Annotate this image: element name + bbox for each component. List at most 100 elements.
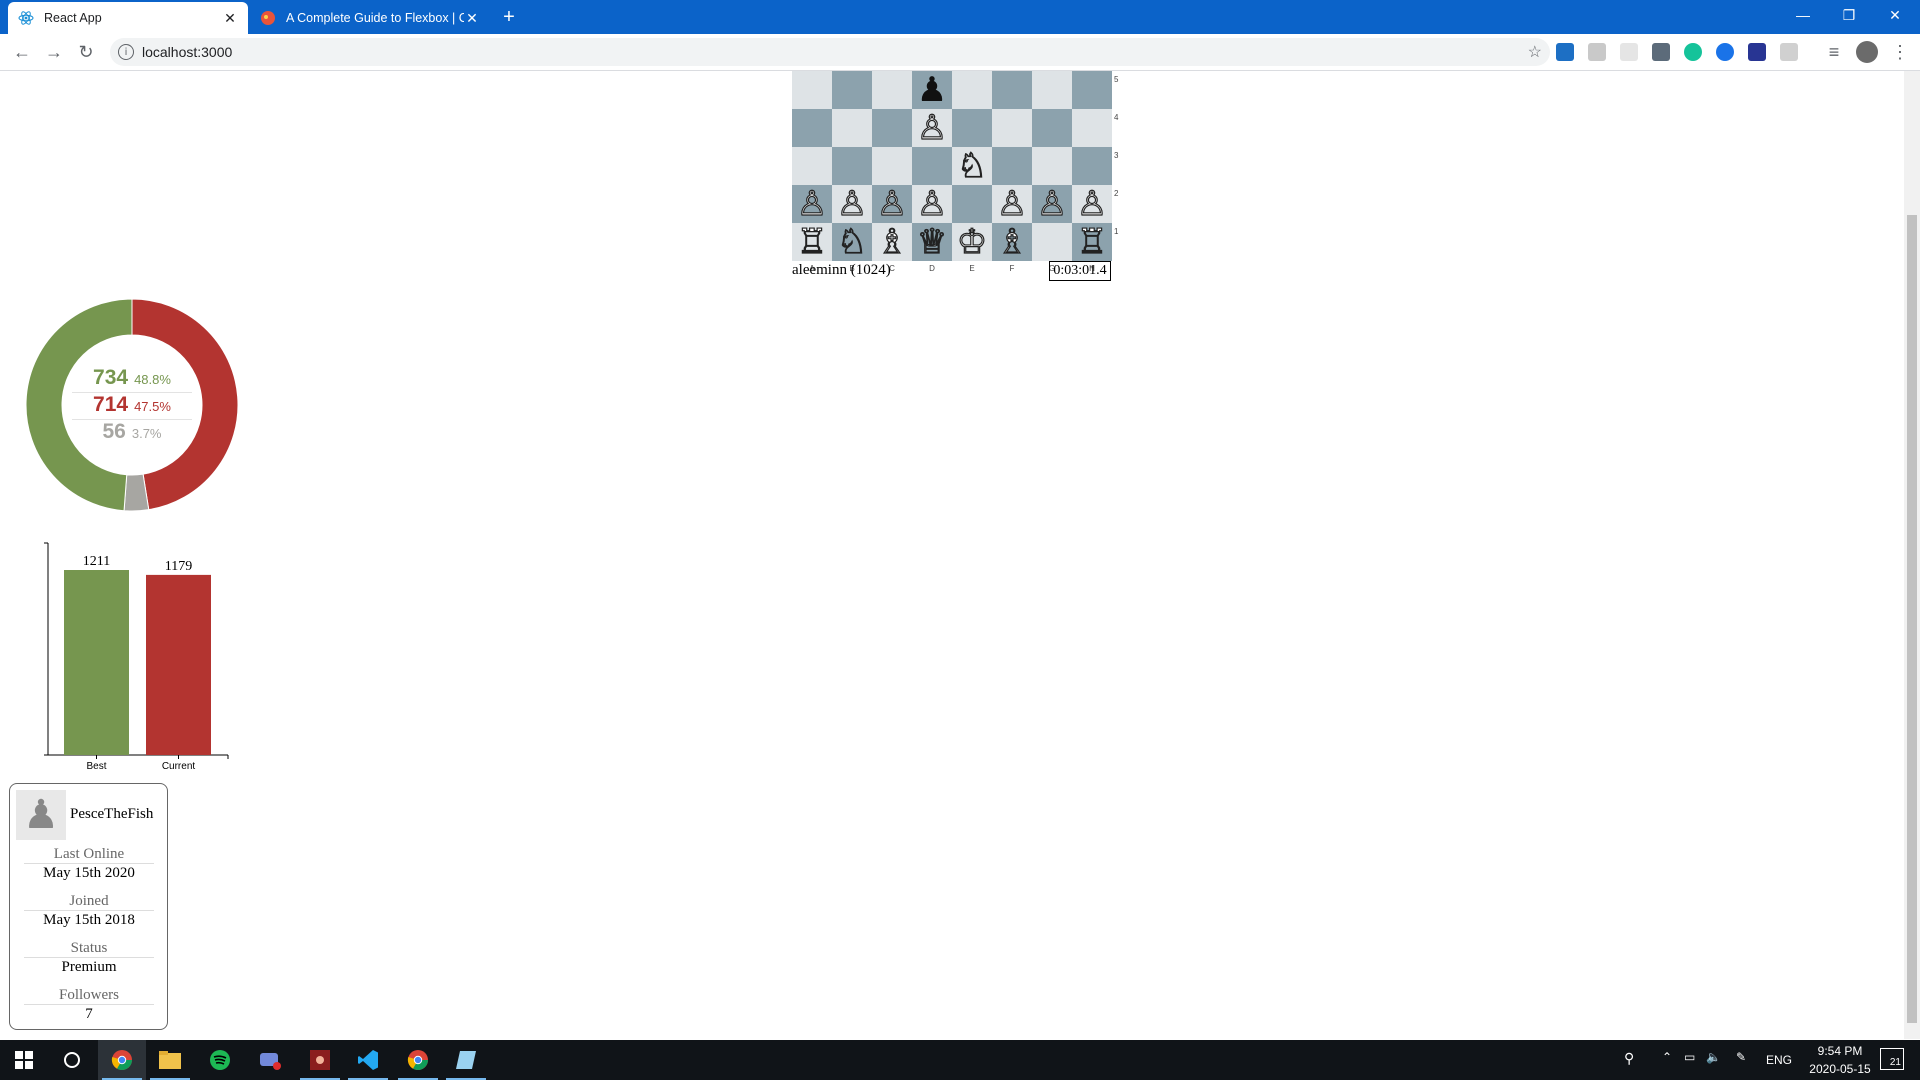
board-square[interactable]: ♙ — [1032, 185, 1072, 223]
forward-button[interactable]: → — [42, 40, 66, 64]
reading-list-icon[interactable]: ≡ — [1822, 40, 1846, 64]
board-square[interactable] — [1032, 109, 1072, 147]
address-bar[interactable]: i localhost:3000 ☆ — [110, 38, 1550, 66]
board-square[interactable] — [912, 147, 952, 185]
board-square[interactable] — [792, 109, 832, 147]
taskbar-app[interactable] — [442, 1040, 490, 1080]
tab-flexbox-guide[interactable]: A Complete Guide to Flexbox | C ✕ — [250, 2, 490, 34]
chevron-up-icon[interactable]: ⌃ — [1662, 1050, 1672, 1064]
volume-icon[interactable]: 🔈 — [1706, 1050, 1721, 1064]
extension-icon[interactable] — [1780, 43, 1798, 61]
board-square[interactable]: ♕ — [912, 223, 952, 261]
extension-icon[interactable] — [1620, 43, 1638, 61]
board-square[interactable] — [792, 71, 832, 109]
bookmark-star-icon[interactable]: ☆ — [1528, 42, 1542, 62]
board-square[interactable] — [792, 147, 832, 185]
avatar[interactable] — [1856, 41, 1878, 63]
chess-piece[interactable]: ♟ — [917, 73, 947, 107]
taskbar-chrome[interactable] — [394, 1040, 442, 1080]
chess-piece[interactable]: ♗ — [876, 224, 908, 259]
board-square[interactable]: ♙ — [992, 185, 1032, 223]
board-square[interactable] — [832, 71, 872, 109]
board-square[interactable] — [832, 147, 872, 185]
new-tab-button[interactable]: + — [498, 6, 520, 29]
board-square[interactable] — [952, 71, 992, 109]
board-square[interactable]: ♙ — [792, 185, 832, 223]
taskbar-vscode[interactable] — [344, 1040, 392, 1080]
board-square[interactable] — [1032, 71, 1072, 109]
board-square[interactable]: ♔ — [952, 223, 992, 261]
chess-piece[interactable]: ♔ — [956, 224, 988, 259]
notifications-icon[interactable]: 21 — [1880, 1048, 1904, 1070]
board-square[interactable]: ♖ — [1072, 223, 1112, 261]
board-square[interactable] — [1072, 71, 1112, 109]
board-square[interactable]: ♙ — [912, 185, 952, 223]
close-icon[interactable]: ✕ — [222, 10, 238, 27]
clock-date[interactable]: 2020-05-15 — [1800, 1062, 1880, 1076]
scrollbar-thumb[interactable] — [1907, 215, 1917, 1023]
board-square[interactable] — [872, 71, 912, 109]
minimize-button[interactable]: — — [1780, 0, 1826, 30]
chess-piece[interactable]: ♘ — [956, 148, 988, 183]
reload-button[interactable]: ↻ — [74, 40, 98, 64]
chess-piece[interactable]: ♙ — [996, 186, 1028, 221]
info-icon[interactable]: i — [118, 44, 134, 60]
board-square[interactable] — [952, 185, 992, 223]
chess-piece[interactable]: ♙ — [1036, 186, 1068, 221]
taskbar-file-explorer[interactable] — [146, 1040, 194, 1080]
search-button[interactable] — [48, 1040, 96, 1080]
board-square[interactable]: ♙ — [872, 185, 912, 223]
chess-piece[interactable]: ♗ — [996, 224, 1028, 259]
extension-icon[interactable] — [1652, 43, 1670, 61]
taskbar-spotify[interactable] — [196, 1040, 244, 1080]
board-square[interactable]: ♘ — [952, 147, 992, 185]
taskbar-app[interactable] — [296, 1040, 344, 1080]
board-square[interactable]: ♙ — [1072, 185, 1112, 223]
chess-board[interactable]: ♟ ♙ ♘ ♙ ♙ ♙ ♙ ♙ ♙ ♙ ♖ ♘ ♗ ♕ ♔ ♗ ♖ 5 4 3 2 1 A B C D E F G H — [792, 71, 1118, 273]
taskbar-chrome[interactable] — [98, 1040, 146, 1080]
board-square[interactable] — [992, 109, 1032, 147]
back-button[interactable]: ← — [10, 40, 34, 64]
chess-piece[interactable]: ♙ — [1076, 186, 1108, 221]
chess-piece[interactable]: ♘ — [836, 224, 868, 259]
board-square[interactable] — [1072, 147, 1112, 185]
chess-piece[interactable]: ♖ — [1076, 224, 1108, 259]
close-window-button[interactable]: ✕ — [1872, 0, 1918, 30]
board-square[interactable]: ♙ — [832, 185, 872, 223]
board-square[interactable] — [872, 147, 912, 185]
chess-piece[interactable]: ♙ — [796, 186, 828, 221]
people-icon[interactable]: ⚲ — [1624, 1050, 1634, 1067]
board-square[interactable] — [992, 71, 1032, 109]
chess-piece[interactable]: ♕ — [916, 224, 948, 259]
board-square[interactable]: ♟ — [912, 71, 952, 109]
extension-icon[interactable] — [1716, 43, 1734, 61]
grammarly-icon[interactable] — [1684, 43, 1702, 61]
board-square[interactable] — [832, 109, 872, 147]
clock-time[interactable]: 9:54 PM — [1808, 1044, 1872, 1058]
pen-icon[interactable]: ✎ — [1736, 1050, 1746, 1064]
board-square[interactable]: ♙ — [912, 109, 952, 147]
extension-icon[interactable] — [1556, 43, 1574, 61]
board-square[interactable] — [1072, 109, 1112, 147]
chess-piece[interactable]: ♙ — [916, 110, 948, 145]
board-square[interactable]: ♖ — [792, 223, 832, 261]
extension-icon[interactable] — [1748, 43, 1766, 61]
start-button[interactable] — [0, 1040, 48, 1080]
board-square[interactable]: ♘ — [832, 223, 872, 261]
extension-icon[interactable] — [1588, 43, 1606, 61]
board-square[interactable] — [1032, 223, 1072, 261]
language-indicator[interactable]: ENG — [1766, 1053, 1792, 1067]
network-icon[interactable]: ▭ — [1684, 1050, 1695, 1064]
chess-piece[interactable]: ♙ — [916, 186, 948, 221]
board-square[interactable] — [872, 109, 912, 147]
board-square[interactable] — [1032, 147, 1072, 185]
tab-react-app[interactable]: React App ✕ — [8, 2, 248, 34]
menu-icon[interactable]: ⋮ — [1888, 40, 1912, 64]
board-square[interactable]: ♗ — [872, 223, 912, 261]
board-square[interactable] — [992, 147, 1032, 185]
chess-piece[interactable]: ♖ — [796, 224, 828, 259]
close-icon[interactable]: ✕ — [464, 10, 480, 27]
restore-button[interactable]: ❐ — [1826, 0, 1872, 30]
board-square[interactable] — [952, 109, 992, 147]
chess-piece[interactable]: ♙ — [836, 186, 868, 221]
